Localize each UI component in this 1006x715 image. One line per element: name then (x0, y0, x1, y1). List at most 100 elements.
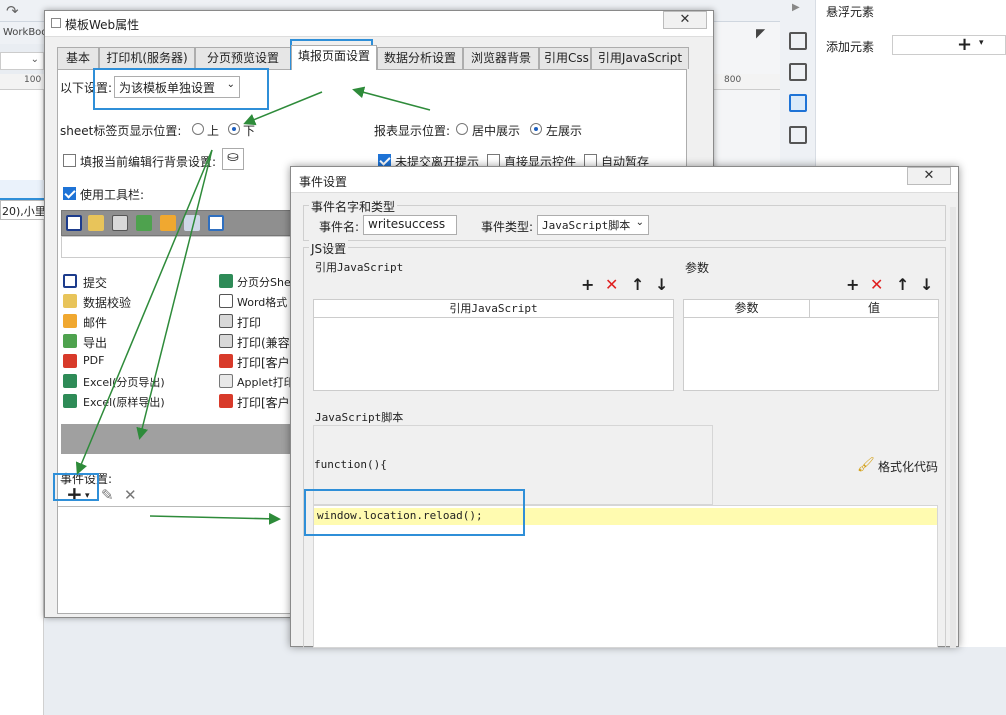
row-bg-label: 填报当前编辑行背景设置: (80, 155, 217, 169)
event-name-value: writesuccess (368, 217, 446, 231)
row-bg-checkbox[interactable] (63, 154, 76, 167)
brush-icon[interactable]: 🖌 (857, 457, 875, 473)
event-name-input[interactable]: writesuccess (363, 215, 457, 235)
tab-basic[interactable]: 基本 (57, 47, 99, 69)
excel-icon (63, 394, 77, 408)
ruler-label: 800 (724, 75, 742, 85)
sheet-pos-bottom-label: 下 (243, 124, 256, 138)
toolbar-item-print[interactable]: 打印 (237, 314, 261, 331)
toolbar-item-print-client-2[interactable]: 打印[客户 (237, 394, 290, 411)
ref-js-label: 引用JavaScript (315, 261, 404, 274)
widget-icon[interactable] (789, 63, 807, 81)
toolbar-item-print-compat[interactable]: 打印(兼容 (237, 334, 290, 351)
export-icon[interactable] (136, 215, 152, 231)
selected-row[interactable] (0, 180, 44, 200)
remove-param-button[interactable]: ✕ (870, 277, 883, 293)
params-table[interactable]: 参数 值 (683, 299, 939, 391)
frame-icon[interactable] (208, 215, 224, 231)
toolbar-item-export[interactable]: 导出 (83, 334, 107, 351)
word-icon (219, 294, 233, 308)
event-type-label: 事件类型: (481, 220, 534, 234)
toolbar-item-applet-print[interactable]: Applet打印 (237, 374, 295, 390)
window-icon (51, 18, 61, 28)
dialog-scrollbar[interactable] (950, 207, 956, 648)
move-down-param-button[interactable]: ↓ (920, 277, 933, 293)
tab-browser-background[interactable]: 浏览器背景 (463, 47, 539, 69)
paint-bucket-button[interactable]: ⛀ (222, 148, 244, 170)
event-type-select[interactable]: JavaScript脚本 ⌄ (537, 215, 649, 235)
tab-ref-javascript[interactable]: 引用JavaScript (591, 47, 689, 69)
minimize-panel-icon[interactable]: ◤ (756, 26, 765, 40)
redo-icon[interactable]: ↷ (6, 2, 19, 20)
toolbar-checkbox[interactable] (63, 187, 76, 200)
toolbar-item-list: 提交 数据校验 邮件 导出 PDF Excel(分页导出) Excel(原样导出… (61, 272, 297, 416)
add-ref-js-button[interactable]: + (581, 277, 594, 293)
group-label: 事件名字和类型 (309, 198, 398, 215)
dialog-title-bar: 模板Web属性 (45, 11, 713, 37)
toolbar-item-validate[interactable]: 数据校验 (83, 294, 131, 311)
plus-icon: + (581, 275, 595, 294)
tab-page-preview[interactable]: 分页预览设置 (195, 47, 291, 69)
save-icon[interactable] (66, 215, 82, 231)
edit-icon[interactable] (88, 215, 104, 231)
condition-icon[interactable] (789, 126, 807, 144)
toolbar-item-print-client[interactable]: 打印[客户 (237, 354, 290, 371)
cell-element-icon[interactable] (789, 32, 807, 50)
chevron-right-icon[interactable]: ▶ (792, 2, 800, 13)
applet-icon (219, 374, 233, 388)
arrow-up-icon: ↑ (896, 275, 910, 294)
structure-icon[interactable] (184, 215, 200, 231)
toolbar-item-excel-original[interactable]: Excel(原样导出) (83, 394, 165, 410)
annotation-box (53, 473, 99, 501)
cell-editor[interactable]: 20),小里 (0, 200, 48, 220)
toolbar-item-page-sheet[interactable]: 分页分She (237, 274, 291, 290)
add-element-label: 添加元素 (826, 40, 875, 54)
tab-printer-server[interactable]: 打印机(服务器) (99, 47, 195, 69)
toolbar-item-word[interactable]: Word格式 (237, 294, 287, 310)
tab-fill-page-settings[interactable]: 填报页面设置 (291, 45, 377, 70)
sheet-pos-top-radio[interactable] (192, 123, 204, 135)
event-name-label: 事件名: (319, 220, 360, 234)
report-pos-left-radio[interactable] (530, 123, 542, 135)
font-select[interactable]: ⌄ (0, 52, 44, 70)
move-up-param-button[interactable]: ↑ (896, 277, 909, 293)
report-pos-center-radio[interactable] (456, 123, 468, 135)
move-up-ref-js-button[interactable]: ↑ (631, 277, 644, 293)
format-code-button[interactable]: 格式化代码 (878, 458, 938, 475)
toolbar-item-pdf[interactable]: PDF (83, 354, 104, 367)
sheet-pos-bottom-radio[interactable] (228, 123, 240, 135)
print-icon[interactable] (112, 215, 128, 231)
toolbar-preview (61, 210, 297, 236)
ruler-label: 100 (24, 75, 42, 85)
mail-icon[interactable] (160, 215, 176, 231)
move-down-ref-js-button[interactable]: ↓ (655, 277, 668, 293)
edit-icon[interactable]: ✎ (101, 486, 114, 504)
arrow-down-icon: ↓ (655, 275, 669, 294)
js-script-label: JavaScript脚本 (315, 411, 404, 424)
add-param-button[interactable]: + (846, 277, 859, 293)
close-button[interactable]: ✕ (663, 11, 707, 29)
ref-js-table[interactable]: 引用JavaScript (313, 299, 674, 391)
cell-text: 20),小里 (2, 205, 46, 218)
tab-data-analysis[interactable]: 数据分析设置 (377, 47, 463, 69)
add-element-button[interactable]: + ▾ (892, 34, 1006, 55)
paint-bucket-icon: ⛀ (227, 149, 239, 165)
toolbar-item-submit[interactable]: 提交 (83, 274, 107, 291)
remove-ref-js-button[interactable]: ✕ (605, 277, 618, 293)
toolbar-item-mail[interactable]: 邮件 (83, 314, 107, 331)
event-type-value: JavaScript脚本 (542, 219, 631, 232)
annotation-box (304, 489, 525, 536)
close-button[interactable]: ✕ (907, 167, 951, 185)
toolbar-item-excel-page[interactable]: Excel(分页导出) (83, 374, 165, 390)
group-label: JS设置 (309, 240, 349, 257)
close-icon: ✕ (923, 168, 935, 183)
tab-ref-css[interactable]: 引用Css (539, 47, 591, 69)
excel-icon (219, 274, 233, 288)
event-settings-dialog: 事件设置 ✕ 事件名字和类型 事件名: writesuccess 事件类型: J… (290, 166, 959, 648)
floating-elements-title: 悬浮元素 (826, 5, 875, 19)
workbook-tab[interactable]: WorkBoo (0, 22, 47, 44)
arrow-up-icon: ↑ (631, 275, 645, 294)
divider (58, 506, 298, 507)
float-element-icon[interactable] (789, 94, 807, 112)
delete-icon[interactable]: ✕ (124, 486, 137, 504)
